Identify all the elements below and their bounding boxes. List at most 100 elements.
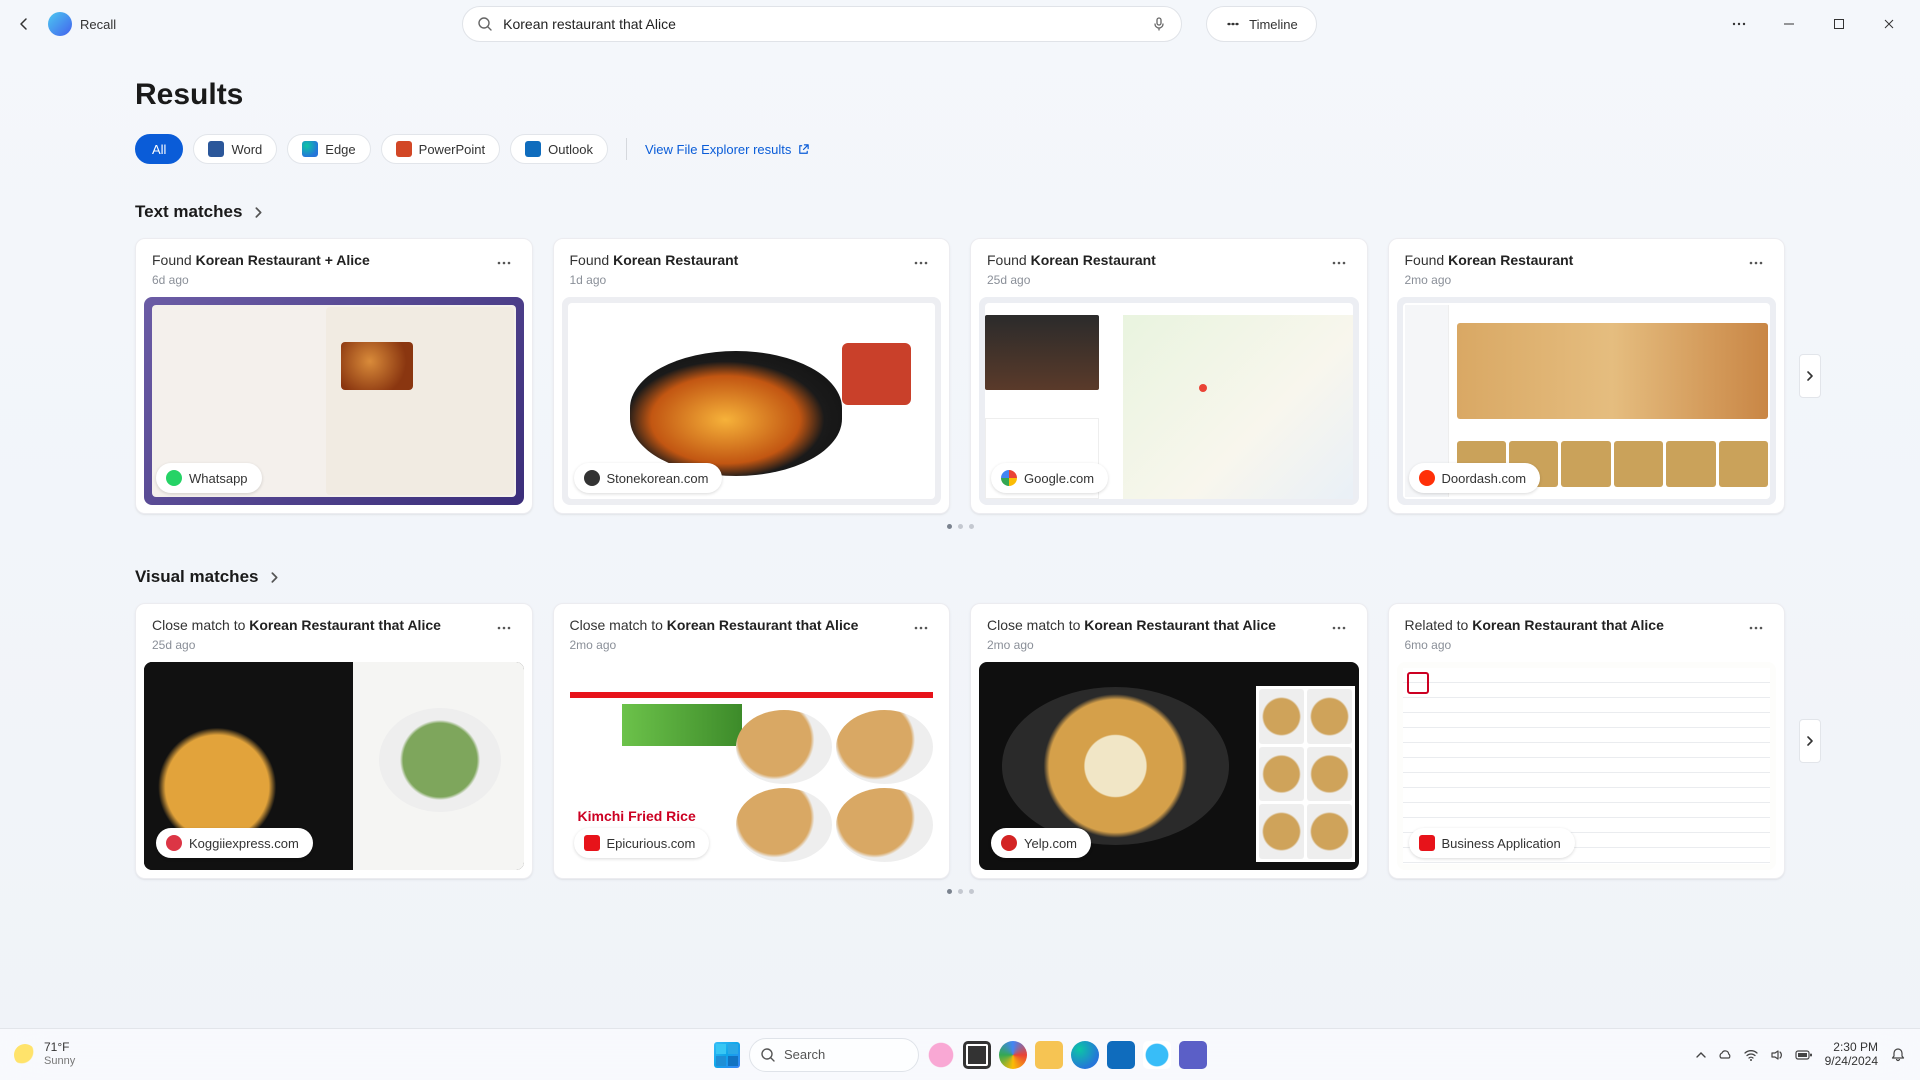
card-timestamp: 2mo ago <box>570 638 859 652</box>
start-button[interactable] <box>713 1041 741 1069</box>
filter-all[interactable]: All <box>135 134 183 164</box>
file-explorer-link[interactable]: View File Explorer results <box>645 142 810 157</box>
card-thumbnail: Kimchi Fried Rice Epicurious.com <box>562 662 942 870</box>
site-icon <box>584 470 600 486</box>
chevron-right-icon <box>1805 735 1815 747</box>
taskbar-app-store[interactable] <box>1107 1041 1135 1069</box>
result-card[interactable]: Close match to Korean Restaurant that Al… <box>135 603 533 879</box>
result-card[interactable]: Found Korean Restaurant 25d ago Google.c… <box>970 238 1368 514</box>
search-field-wrap[interactable] <box>462 6 1182 42</box>
chevron-up-icon[interactable] <box>1695 1049 1707 1061</box>
card-thumbnail: Business Application <box>1397 662 1777 870</box>
visual-matches-row: Close match to Korean Restaurant that Al… <box>135 603 1785 879</box>
microphone-icon[interactable] <box>1151 16 1167 32</box>
section-text-matches[interactable]: Text matches <box>135 202 1785 222</box>
onedrive-icon[interactable] <box>1717 1047 1733 1063</box>
filter-powerpoint[interactable]: PowerPoint <box>381 134 500 164</box>
source-chip: Google.com <box>991 463 1108 493</box>
scroll-next-button[interactable] <box>1799 719 1821 763</box>
taskbar-app-taskview[interactable] <box>963 1041 991 1069</box>
taskbar-weather[interactable]: 71°F Sunny <box>14 1041 75 1067</box>
content-area: Results All Word Edge PowerPoint Outlook… <box>0 48 1920 894</box>
result-card[interactable]: Close match to Korean Restaurant that Al… <box>970 603 1368 879</box>
taskbar-app-copilot[interactable] <box>999 1041 1027 1069</box>
site-icon <box>166 835 182 851</box>
more-button[interactable] <box>1716 8 1762 40</box>
text-matches-row: Found Korean Restaurant + Alice 6d ago W… <box>135 238 1785 514</box>
card-timestamp: 25d ago <box>987 273 1156 287</box>
card-thumbnail: Doordash.com <box>1397 297 1777 505</box>
timeline-icon <box>1225 16 1241 32</box>
card-title: Close match to Korean Restaurant that Al… <box>570 616 859 634</box>
more-horizontal-icon <box>1748 255 1764 271</box>
maximize-button[interactable] <box>1816 8 1862 40</box>
taskbar-app-explorer[interactable] <box>1035 1041 1063 1069</box>
card-more-button[interactable] <box>909 251 933 280</box>
powerpoint-icon <box>396 141 412 157</box>
close-button[interactable] <box>1866 8 1912 40</box>
card-more-button[interactable] <box>1744 616 1768 645</box>
card-more-button[interactable] <box>492 251 516 280</box>
filter-edge[interactable]: Edge <box>287 134 370 164</box>
more-horizontal-icon <box>913 255 929 271</box>
card-more-button[interactable] <box>909 616 933 645</box>
result-card[interactable]: Found Korean Restaurant + Alice 6d ago W… <box>135 238 533 514</box>
taskbar-right: 2:30 PM 9/24/2024 <box>1695 1041 1906 1069</box>
notifications-icon[interactable] <box>1890 1047 1906 1063</box>
source-chip: Yelp.com <box>991 828 1091 858</box>
source-chip: Whatsapp <box>156 463 262 493</box>
arrow-left-icon <box>16 16 32 32</box>
result-card[interactable]: Related to Korean Restaurant that Alice … <box>1388 603 1786 879</box>
card-more-button[interactable] <box>1327 251 1351 280</box>
taskbar-search[interactable]: Search <box>749 1038 919 1072</box>
taskbar-app-assistant[interactable] <box>1143 1041 1171 1069</box>
weather-condition: Sunny <box>44 1055 75 1068</box>
outlook-icon <box>525 141 541 157</box>
search-input[interactable] <box>503 16 1141 32</box>
source-chip: Epicurious.com <box>574 828 710 858</box>
back-button[interactable] <box>8 8 40 40</box>
card-timestamp: 6mo ago <box>1405 638 1664 652</box>
system-tray[interactable] <box>1695 1047 1813 1063</box>
card-title: Close match to Korean Restaurant that Al… <box>152 616 441 634</box>
battery-icon[interactable] <box>1795 1049 1813 1061</box>
filter-word[interactable]: Word <box>193 134 277 164</box>
more-horizontal-icon <box>1331 255 1347 271</box>
results-heading: Results <box>135 78 1785 112</box>
result-card[interactable]: Found Korean Restaurant 1d ago Stonekore… <box>553 238 951 514</box>
card-timestamp: 6d ago <box>152 273 370 287</box>
card-more-button[interactable] <box>1327 616 1351 645</box>
result-card[interactable]: Found Korean Restaurant 2mo ago Doordash… <box>1388 238 1786 514</box>
wifi-icon[interactable] <box>1743 1047 1759 1063</box>
card-title: Found Korean Restaurant <box>987 251 1156 269</box>
result-card[interactable]: Close match to Korean Restaurant that Al… <box>553 603 951 879</box>
card-timestamp: 25d ago <box>152 638 441 652</box>
card-more-button[interactable] <box>1744 251 1768 280</box>
card-more-button[interactable] <box>492 616 516 645</box>
volume-icon[interactable] <box>1769 1047 1785 1063</box>
whatsapp-icon <box>166 470 182 486</box>
filter-separator <box>626 138 627 160</box>
document-icon <box>1419 835 1435 851</box>
clock-date: 9/24/2024 <box>1825 1055 1878 1069</box>
scroll-next-button[interactable] <box>1799 354 1821 398</box>
taskbar-app-flower[interactable] <box>927 1041 955 1069</box>
source-chip: Stonekorean.com <box>574 463 723 493</box>
chevron-right-icon <box>268 571 281 584</box>
filter-outlook[interactable]: Outlook <box>510 134 608 164</box>
taskbar-app-teams[interactable] <box>1179 1041 1207 1069</box>
taskbar-app-edge[interactable] <box>1071 1041 1099 1069</box>
more-horizontal-icon <box>1748 620 1764 636</box>
timeline-button[interactable]: Timeline <box>1206 6 1317 42</box>
card-title: Found Korean Restaurant <box>570 251 739 269</box>
minimize-button[interactable] <box>1766 8 1812 40</box>
card-thumbnail: Google.com <box>979 297 1359 505</box>
taskbar: 71°F Sunny Search 2:30 PM 9/24/2024 <box>0 1028 1920 1080</box>
card-thumbnail: Stonekorean.com <box>562 297 942 505</box>
card-title: Related to Korean Restaurant that Alice <box>1405 616 1664 634</box>
section-visual-matches[interactable]: Visual matches <box>135 567 1785 587</box>
taskbar-center: Search <box>713 1038 1207 1072</box>
card-timestamp: 2mo ago <box>987 638 1276 652</box>
more-horizontal-icon <box>1731 16 1747 32</box>
taskbar-clock[interactable]: 2:30 PM 9/24/2024 <box>1825 1041 1878 1069</box>
